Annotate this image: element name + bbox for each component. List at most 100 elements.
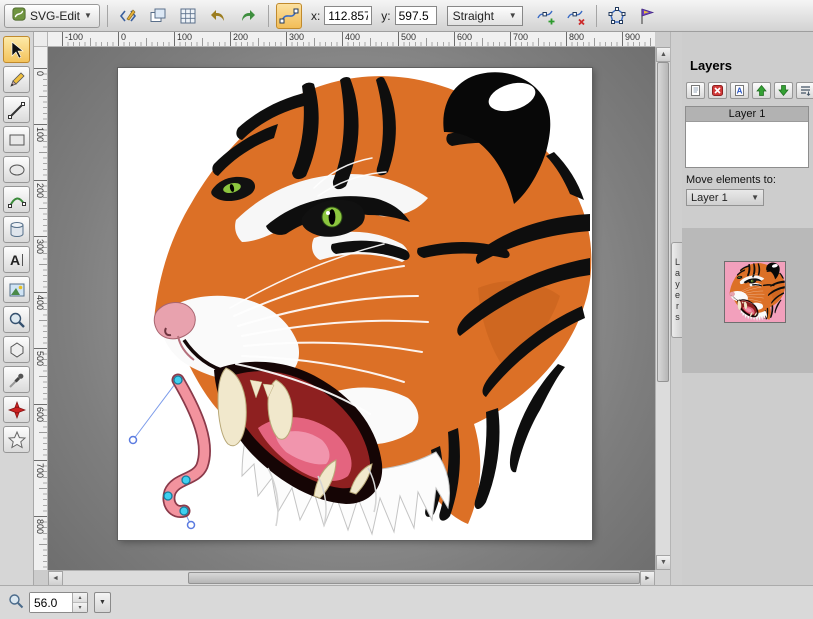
ruler-tick-label: 700 bbox=[510, 32, 528, 47]
drawing-thumbnail[interactable] bbox=[724, 261, 786, 323]
ruler-tick-label: 800 bbox=[566, 32, 584, 47]
ruler-tick-label: 700 bbox=[34, 460, 48, 478]
ruler-tick-label: 300 bbox=[286, 32, 304, 47]
path-node[interactable] bbox=[174, 376, 182, 384]
tool-line[interactable] bbox=[3, 96, 30, 123]
ruler-tick-label: 400 bbox=[342, 32, 360, 47]
tool-rectangle[interactable] bbox=[3, 126, 30, 153]
delete-layer-button[interactable] bbox=[708, 82, 727, 99]
ruler-tick-label: 0 bbox=[34, 68, 48, 76]
ruler-tick-label: 500 bbox=[34, 348, 48, 366]
layer-list: Layer 1 bbox=[685, 106, 809, 168]
delete-node-button[interactable] bbox=[563, 3, 589, 29]
path-node[interactable] bbox=[180, 507, 188, 515]
toolbar-separator bbox=[596, 5, 597, 27]
tool-polygon[interactable] bbox=[3, 336, 30, 363]
node-editor-button[interactable] bbox=[276, 3, 302, 29]
chevron-down-icon: ▼ bbox=[84, 11, 92, 20]
edit-path-overlay[interactable] bbox=[130, 376, 205, 529]
x-input[interactable] bbox=[324, 6, 372, 25]
duplicate-button[interactable] bbox=[145, 3, 171, 29]
tool-text[interactable]: A bbox=[3, 246, 30, 273]
horizontal-scrollbar[interactable]: ◄ ► bbox=[48, 570, 655, 585]
scroll-right-button[interactable]: ► bbox=[640, 571, 655, 586]
tiger-artwork[interactable] bbox=[154, 72, 591, 534]
ruler-tick-label: 400 bbox=[34, 292, 48, 310]
zoom-preset-dropdown[interactable]: ▼ bbox=[94, 592, 111, 613]
move-to-layer-select[interactable]: Layer 1 ▼ bbox=[686, 189, 764, 206]
redo-button[interactable] bbox=[235, 3, 261, 29]
control-handle-line bbox=[133, 380, 178, 440]
logo-label: SVG-Edit bbox=[30, 9, 80, 23]
scroll-down-button[interactable]: ▼ bbox=[656, 555, 671, 570]
ruler-tick-label: 200 bbox=[34, 180, 48, 198]
ruler-tick-label: 800 bbox=[34, 516, 48, 534]
vertical-scrollbar[interactable]: ▲ ▼ bbox=[655, 47, 670, 570]
ruler-tick-label: 200 bbox=[230, 32, 248, 47]
toolbar-separator bbox=[107, 5, 108, 27]
tool-select[interactable] bbox=[3, 36, 30, 63]
move-elements-label: Move elements to: bbox=[686, 174, 776, 186]
scroll-up-button[interactable]: ▲ bbox=[656, 47, 671, 62]
edit-source-button[interactable] bbox=[115, 3, 141, 29]
zoom-input[interactable] bbox=[30, 593, 72, 612]
tool-path[interactable] bbox=[3, 186, 30, 213]
rename-layer-button[interactable]: A bbox=[730, 82, 749, 99]
scroll-left-button[interactable]: ◄ bbox=[48, 571, 63, 586]
chevron-down-icon: ▼ bbox=[751, 193, 759, 202]
control-handle[interactable] bbox=[188, 522, 195, 529]
ruler-tick-label: 100 bbox=[174, 32, 192, 47]
ruler-tick-label: 100 bbox=[34, 124, 48, 142]
control-handle[interactable] bbox=[130, 437, 137, 444]
tool-diamond-shape[interactable] bbox=[3, 396, 30, 423]
zoom-icon bbox=[8, 593, 24, 612]
tool-pencil[interactable] bbox=[3, 66, 30, 93]
tool-star[interactable] bbox=[3, 426, 30, 453]
ruler-tick-label: 0 bbox=[118, 32, 126, 47]
y-input[interactable] bbox=[395, 6, 437, 25]
tool-image[interactable] bbox=[3, 276, 30, 303]
add-node-button[interactable] bbox=[533, 3, 559, 29]
ruler-tick-label: -100 bbox=[62, 32, 83, 47]
layers-sidebar: Layers A Layer 1 Move elements to: Layer… bbox=[682, 32, 813, 585]
y-coordinate-label: y: bbox=[381, 9, 390, 23]
preview-panel bbox=[682, 228, 813, 373]
canvas[interactable] bbox=[118, 68, 592, 540]
zoom-spinner: ▴ ▾ bbox=[72, 593, 87, 612]
bottom-bar: ▴ ▾ ▼ bbox=[0, 585, 813, 619]
move-layer-up-button[interactable] bbox=[752, 82, 771, 99]
undo-button[interactable] bbox=[205, 3, 231, 29]
tool-ellipse[interactable] bbox=[3, 156, 30, 183]
open-path-button[interactable] bbox=[604, 3, 630, 29]
path-node[interactable] bbox=[182, 476, 190, 484]
tool-zoom[interactable] bbox=[3, 306, 30, 333]
layer-buttons-row: A bbox=[686, 82, 813, 99]
scrollbar-corner bbox=[655, 570, 670, 585]
vertical-scroll-thumb[interactable] bbox=[657, 62, 669, 382]
ruler-tick-label: 500 bbox=[398, 32, 416, 47]
svg-edit-logo-icon bbox=[12, 7, 26, 24]
new-layer-button[interactable] bbox=[686, 82, 705, 99]
layers-tab-label: Layers bbox=[673, 257, 683, 323]
zoom-spin-down[interactable]: ▾ bbox=[73, 602, 87, 612]
ruler-tick-label: 600 bbox=[34, 404, 48, 422]
merge-layer-button[interactable] bbox=[796, 82, 813, 99]
layer-row[interactable]: Layer 1 bbox=[686, 107, 808, 122]
tool-eyedropper[interactable] bbox=[3, 366, 30, 393]
horizontal-scroll-thumb[interactable] bbox=[188, 572, 640, 584]
zoom-control: ▴ ▾ bbox=[29, 592, 88, 613]
main-menu-button[interactable]: SVG-Edit ▼ bbox=[4, 4, 100, 28]
zoom-spin-up[interactable]: ▴ bbox=[73, 593, 87, 602]
view-grid-button[interactable] bbox=[175, 3, 201, 29]
path-node[interactable] bbox=[164, 492, 172, 500]
move-layer-down-button[interactable] bbox=[774, 82, 793, 99]
tool-shape-library[interactable] bbox=[3, 216, 30, 243]
svg-text:A: A bbox=[9, 252, 19, 268]
segment-type-select[interactable]: Straight ▼ bbox=[447, 6, 523, 26]
ruler-corner bbox=[34, 32, 48, 47]
x-coordinate-label: x: bbox=[311, 9, 320, 23]
ruler-tick-label: 600 bbox=[454, 32, 472, 47]
horizontal-ruler: -100 0 100 200 300 400 500 600 700 800 9… bbox=[48, 32, 655, 47]
workarea[interactable] bbox=[48, 47, 655, 570]
reorient-path-button[interactable] bbox=[634, 3, 660, 29]
